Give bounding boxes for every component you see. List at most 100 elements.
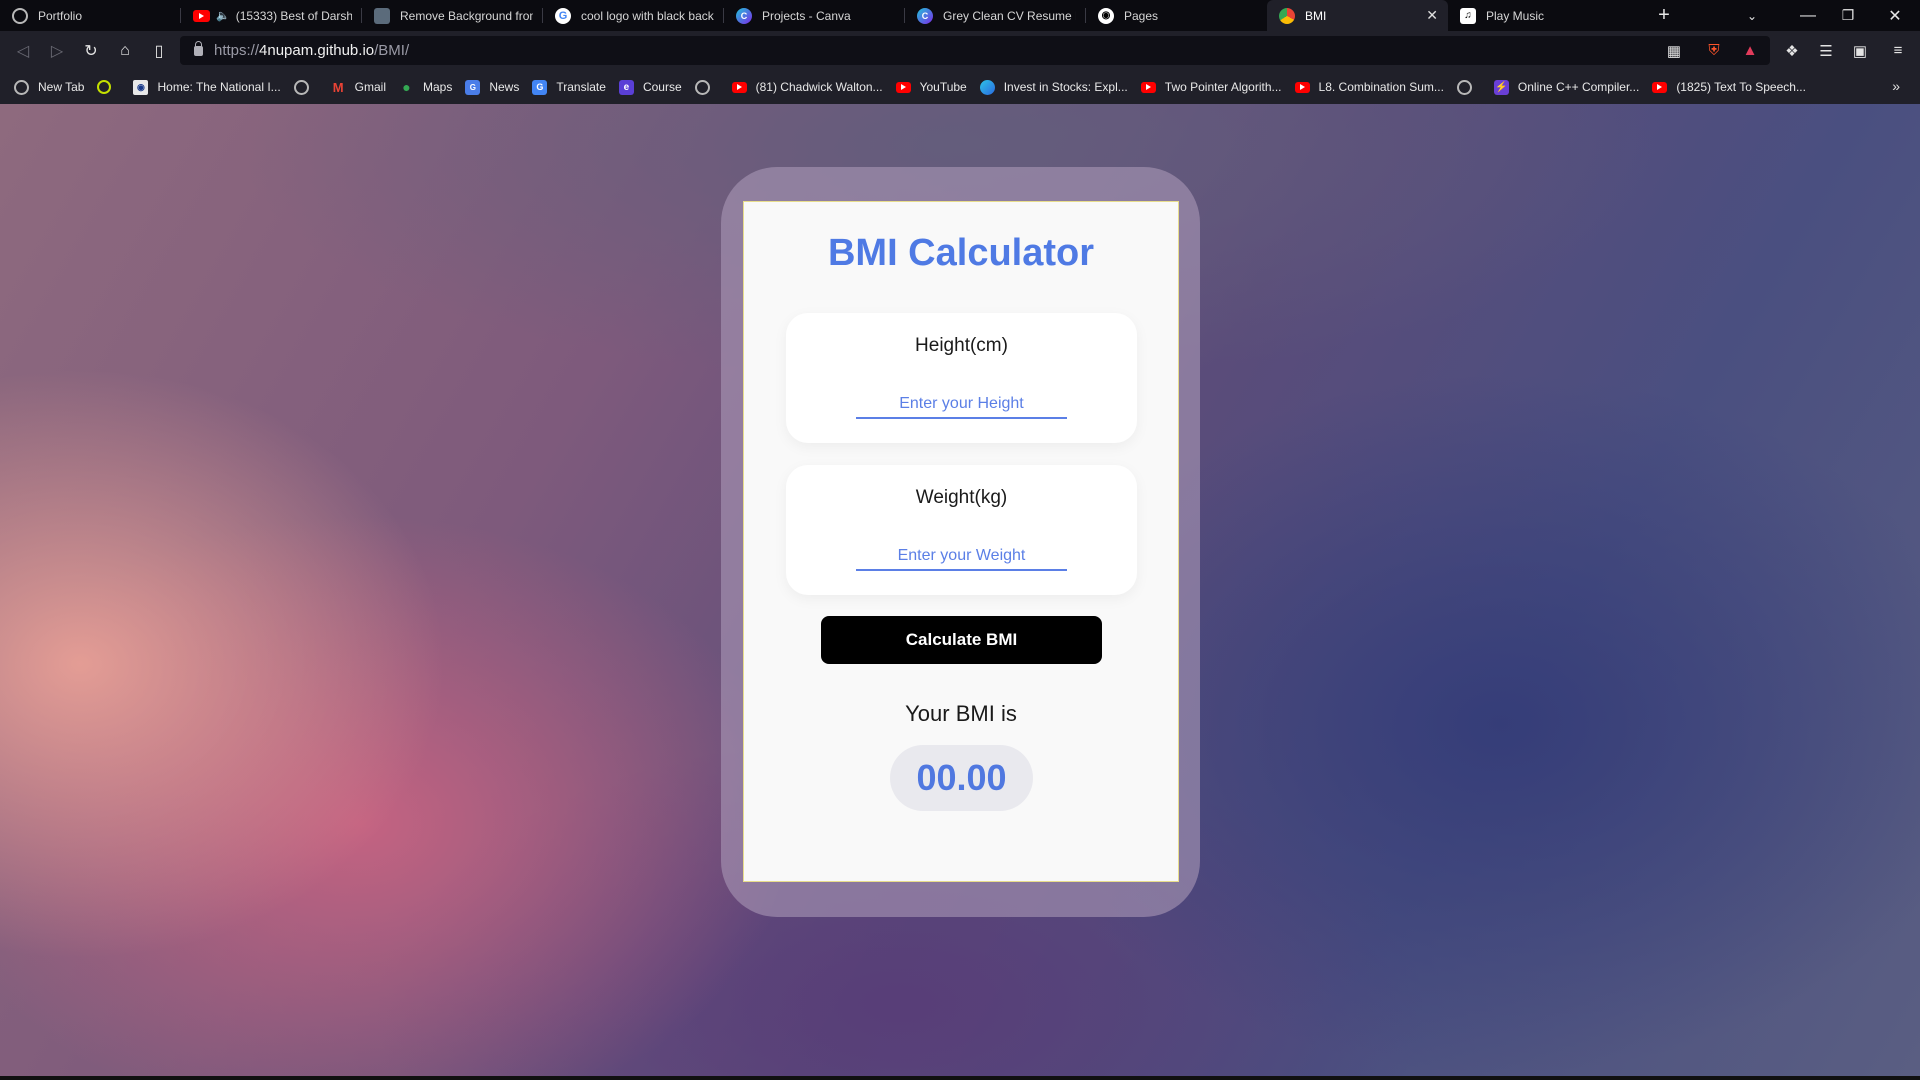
bookmark-text-to-speech[interactable]: (1825) Text To Speech...	[1652, 80, 1806, 94]
github-icon: ◉	[1098, 7, 1114, 24]
height-input[interactable]	[856, 391, 1067, 419]
brave-shield-icon[interactable]: ⛨	[1700, 31, 1728, 70]
bookmark-label: Course	[642, 80, 682, 94]
bookmark-chadwick[interactable]: (81) Chadwick Walton...	[731, 80, 883, 94]
bookmark-globe-2[interactable]	[694, 79, 719, 95]
tab-title: Play Music	[1486, 8, 1545, 23]
url-host: 4nupam.github.io	[259, 42, 375, 59]
url-path: /BMI/	[374, 42, 410, 59]
tab-bmi[interactable]: BMI ✕	[1267, 0, 1448, 31]
tab-canva-cv[interactable]: C Grey Clean CV Resume Phot	[905, 0, 1086, 31]
wallet-icon[interactable]: ▣	[1846, 31, 1874, 70]
bookmarks-bar: New Tab ◉ Home: The National I... M Gmail …	[0, 70, 1920, 104]
globe-icon	[14, 79, 29, 95]
tab-portfolio[interactable]: Portfolio	[0, 0, 181, 31]
brave-rewards-icon[interactable]: ▲	[1736, 31, 1764, 70]
youtube-icon	[1140, 81, 1156, 93]
bookmark-label: Two Pointer Algorith...	[1164, 80, 1282, 94]
bookmark-two-pointer[interactable]: Two Pointer Algorith...	[1140, 80, 1282, 94]
result-label: Your BMI is	[905, 701, 1017, 726]
bookmark-cpp-compiler[interactable]: ⚡ Online C++ Compiler...	[1493, 79, 1639, 95]
back-icon[interactable]: ◁	[6, 36, 40, 66]
bookmark-course[interactable]: e Course	[618, 79, 682, 95]
bookmark-label: Gmail	[354, 80, 386, 94]
youtube-icon	[895, 81, 911, 93]
qr-code-icon[interactable]: ▦	[1660, 31, 1688, 70]
tab-search-chevron-icon[interactable]: ⌄	[1738, 0, 1766, 31]
forward-icon[interactable]: ▷	[40, 36, 74, 66]
globe-icon	[12, 7, 28, 24]
weight-input[interactable]	[856, 543, 1067, 571]
tab-github-pages[interactable]: ◉ Pages	[1086, 0, 1267, 31]
menu-icon[interactable]: ≡	[1884, 31, 1912, 70]
bmi-result-value: 00.00	[890, 745, 1033, 811]
chrome-icon	[1279, 7, 1295, 24]
canva-icon: C	[917, 7, 933, 24]
playlist-icon[interactable]: ☰	[1812, 31, 1840, 70]
weight-field-box: Weight(kg)	[786, 465, 1137, 595]
tab-google-search[interactable]: G cool logo with black backgr	[543, 0, 724, 31]
bookmark-gmail[interactable]: M Gmail	[331, 80, 386, 95]
globe-icon	[694, 79, 710, 95]
bookmark-refresh[interactable]	[97, 80, 120, 94]
tab-canva-projects[interactable]: C Projects - Canva	[724, 0, 905, 31]
tab-title: Grey Clean CV Resume Phot	[943, 8, 1076, 23]
globe-icon	[1456, 79, 1472, 95]
more-bookmarks-icon[interactable]: »	[1892, 78, 1900, 94]
extensions-icon[interactable]: ❖	[1778, 31, 1806, 70]
new-tab-icon[interactable]: +	[1650, 0, 1678, 31]
restore-icon[interactable]: ❐	[1825, 0, 1871, 31]
bookmark-news[interactable]: G News	[465, 79, 520, 95]
course-icon: e	[618, 79, 634, 95]
bookmark-invest[interactable]: Invest in Stocks: Expl...	[979, 79, 1128, 95]
removebg-icon	[374, 7, 390, 24]
stocks-icon	[979, 79, 995, 95]
bookmark-label: New Tab	[38, 80, 85, 94]
bookmark-label: L8. Combination Sum...	[1318, 80, 1444, 94]
calculator-card: BMI Calculator Height(cm) Weight(kg) Cal…	[743, 201, 1179, 882]
bookmark-label: Maps	[423, 80, 453, 94]
page-title: BMI Calculator	[827, 232, 1095, 274]
tab-remove-background[interactable]: Remove Background from Ir	[362, 0, 543, 31]
bookmark-label: News	[489, 80, 520, 94]
bookmark-globe[interactable]	[293, 79, 318, 95]
bookmark-combination-sum[interactable]: L8. Combination Sum...	[1294, 80, 1444, 94]
tab-play-music[interactable]: ♫ Play Music	[1448, 0, 1629, 31]
canva-icon: C	[736, 7, 752, 24]
bookmark-translate[interactable]: G Translate	[532, 79, 606, 95]
bookmark-youtube[interactable]: YouTube	[895, 80, 967, 94]
gmail-icon: M	[332, 79, 344, 95]
speaker-icon[interactable]: 🔈	[216, 9, 230, 22]
google-icon: G	[555, 7, 571, 24]
tab-title: cool logo with black backgr	[581, 8, 714, 23]
lock-icon	[194, 40, 203, 56]
youtube-icon	[193, 9, 210, 22]
youtube-icon	[1652, 81, 1668, 93]
tab-title: (15333) Best of Darshan	[235, 8, 352, 23]
bookmark-label: YouTube	[919, 80, 967, 94]
tab-title: Projects - Canva	[762, 8, 851, 23]
globe-icon	[293, 79, 309, 95]
bookmark-icon[interactable]: ▯	[142, 36, 176, 66]
bookmark-national[interactable]: ◉ Home: The National I...	[133, 79, 281, 95]
bookmark-globe-3[interactable]	[1456, 79, 1481, 95]
tab-youtube-darshan[interactable]: 🔈 (15333) Best of Darshan	[181, 0, 362, 31]
tab-title: Pages	[1124, 8, 1159, 23]
bookmark-maps[interactable]: ● Maps	[399, 79, 453, 95]
calculate-bmi-button[interactable]: Calculate BMI	[821, 616, 1102, 664]
bookmark-new-tab[interactable]: New Tab	[14, 79, 85, 95]
weight-label: Weight(kg)	[915, 487, 1008, 508]
address-bar[interactable]: https:// 4nupam.github.io /BMI/	[180, 36, 1770, 65]
youtube-icon	[1294, 81, 1310, 93]
home-icon[interactable]: ⌂	[108, 36, 142, 66]
close-window-icon[interactable]: ✕	[1872, 0, 1918, 31]
page-background: BMI Calculator Height(cm) Weight(kg) Cal…	[0, 104, 1920, 1080]
tab-title: Remove Background from Ir	[400, 8, 533, 23]
url-protocol: https://	[214, 42, 260, 59]
height-label: Height(cm)	[915, 335, 1008, 356]
close-tab-icon[interactable]: ✕	[1426, 7, 1438, 24]
reload-icon[interactable]: ↻	[74, 36, 108, 66]
tab-title: Portfolio	[38, 8, 83, 23]
music-icon: ♫	[1460, 7, 1476, 24]
bookmark-label: (81) Chadwick Walton...	[755, 80, 883, 94]
